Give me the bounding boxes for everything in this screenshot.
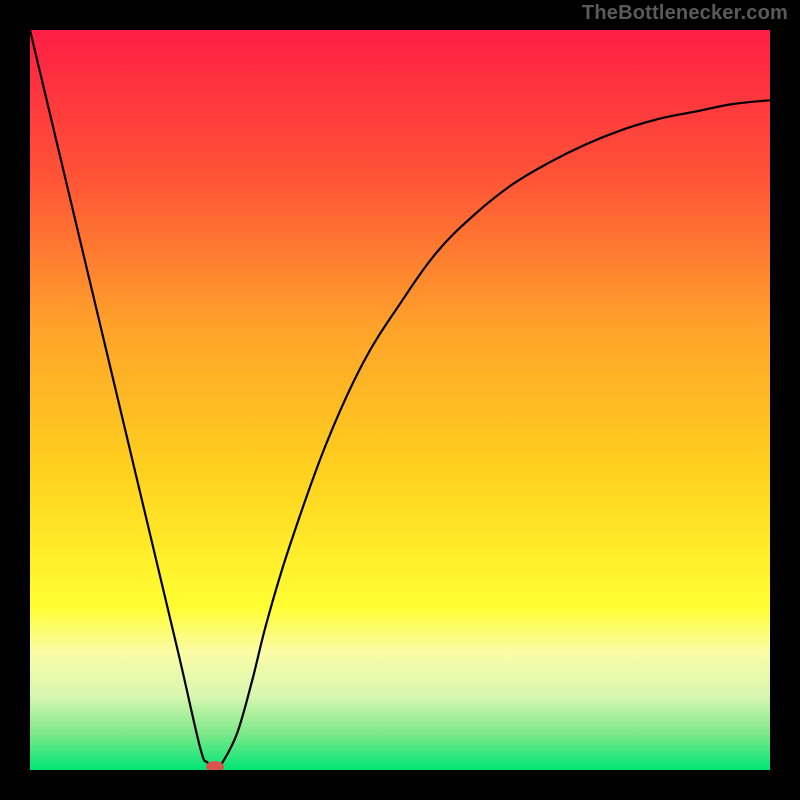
gradient-background bbox=[30, 30, 770, 770]
plot-area bbox=[30, 30, 770, 770]
chart-svg bbox=[30, 30, 770, 770]
attribution-label: TheBottlenecker.com bbox=[582, 2, 788, 25]
chart-frame: TheBottlenecker.com bbox=[0, 0, 800, 800]
